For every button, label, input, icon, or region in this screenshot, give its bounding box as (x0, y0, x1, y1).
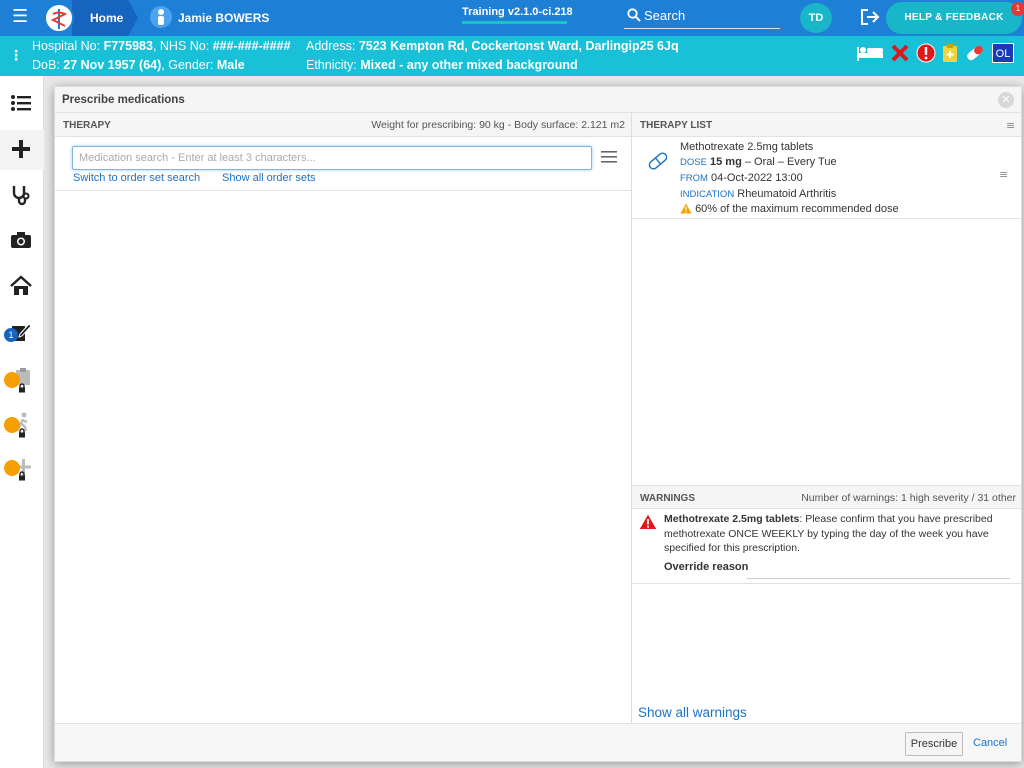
close-icon[interactable]: ✕ (998, 92, 1014, 108)
sidebar-item-add[interactable] (0, 130, 44, 170)
warnings-title: WARNINGS (640, 493, 695, 504)
list-icon (11, 95, 31, 111)
version-label: Training v2.1.0-ci.218 (462, 6, 573, 18)
more-options-icon[interactable]: ⋮ (9, 48, 23, 64)
lock-icon (4, 417, 25, 438)
sidebar-item-mobility-locked[interactable] (0, 403, 44, 443)
top-bar: ☰ Home Jamie BOWERS Training v2.1.0-ci.2… (0, 0, 1024, 36)
sidebar-item-discharge[interactable] (0, 267, 44, 307)
bed-icon[interactable] (856, 44, 884, 62)
lock-icon (4, 460, 25, 481)
therapy-panel-header: THERAPY Weight for prescribing: 90 kg - … (55, 113, 631, 137)
global-search[interactable]: Search (624, 5, 780, 29)
weight-info: Weight for prescribing: 90 kg - Body sur… (371, 119, 625, 131)
search-label: Search (644, 8, 686, 23)
logout-icon[interactable] (860, 8, 880, 26)
dose-line: DOSE 15 mg – Oral – Every Tue (680, 156, 837, 168)
prescribe-button[interactable]: Prescribe (905, 732, 963, 756)
override-reason-label: Override reason (664, 561, 749, 573)
notes-count-badge: 1 (4, 328, 18, 342)
therapy-divider (55, 190, 631, 191)
patient-icon (150, 6, 172, 28)
search-icon (627, 8, 641, 22)
alert-icon[interactable] (916, 43, 936, 63)
warning-icon (680, 203, 692, 214)
menu-icon[interactable]: ☰ (12, 7, 32, 27)
sidebar-item-clipboard-locked[interactable] (0, 358, 44, 398)
therapy-header: THERAPY (63, 120, 111, 131)
banner-address: Address: 7523 Kempton Rd, Cockertonst Wa… (306, 39, 679, 53)
banner-demographics: DoB: 27 Nov 1957 (64), Gender: Male (32, 58, 245, 72)
sidebar: 1 (0, 76, 44, 768)
banner-ids: Hospital No: F775983, NHS No: ###-###-##… (32, 39, 291, 53)
dialog-title: Prescribe medications (62, 94, 185, 106)
item-menu-icon[interactable]: ≡ (999, 168, 1008, 181)
no-resuscitation-icon[interactable] (890, 43, 910, 63)
home-label[interactable]: Home (90, 11, 123, 25)
show-all-warnings-link[interactable]: Show all warnings (638, 705, 747, 720)
medication-search-input[interactable] (72, 146, 592, 170)
dialog-footer: Prescribe Cancel (55, 723, 1021, 761)
banner-ethnicity: Ethnicity: Mixed - any other mixed backg… (306, 58, 578, 72)
sidebar-item-examination[interactable] (0, 176, 44, 216)
from-line: FROM 04-Oct-2022 13:00 (680, 172, 803, 184)
home-icon (10, 275, 32, 295)
allergy-icon[interactable] (942, 43, 958, 63)
banner-alert-icons: OL (856, 43, 1014, 63)
override-reason-input[interactable] (747, 578, 1010, 579)
therapy-list-divider (632, 218, 1021, 219)
lock-icon (4, 372, 25, 393)
warning-message: Methotrexate 2.5mg tablets: Please confi… (664, 513, 993, 554)
indication-line: INDICATION Rheumatoid Arthritis (680, 188, 837, 200)
app-logo (44, 3, 74, 33)
cancel-button[interactable]: Cancel (973, 737, 1007, 749)
help-feedback-button[interactable]: HELP & FEEDBACK (886, 2, 1022, 34)
switch-order-set-link[interactable]: Switch to order set search (73, 172, 200, 184)
pill-icon (648, 152, 668, 170)
help-notification-badge: 1 (1011, 2, 1024, 16)
warnings-divider (632, 583, 1021, 584)
user-avatar[interactable]: TD (800, 3, 832, 33)
medication-pill-icon[interactable] (964, 43, 986, 63)
show-order-sets-link[interactable]: Show all order sets (222, 172, 316, 184)
patient-banner: ⋮ Hospital No: F775983, NHS No: ###-###-… (0, 36, 1024, 76)
stethoscope-icon (12, 186, 30, 206)
therapy-list-header: THERAPY LIST ≡ (632, 113, 1021, 137)
high-severity-warning-icon (639, 514, 657, 529)
warnings-count: Number of warnings: 1 high severity / 31… (801, 492, 1016, 504)
sidebar-item-media[interactable] (0, 222, 44, 262)
sidebar-item-notes[interactable]: 1 (0, 313, 44, 353)
therapy-list-item[interactable]: Methotrexate 2.5mg tablets DOSE 15 mg – … (632, 138, 1022, 218)
warnings-header: WARNINGS Number of warnings: 1 high seve… (632, 485, 1021, 509)
therapy-list-menu-icon[interactable]: ≡ (1006, 119, 1015, 132)
version-underline (462, 21, 567, 24)
prescribe-medications-dialog: Prescribe medications ✕ THERAPY Weight f… (54, 86, 1022, 762)
ol-badge[interactable]: OL (992, 43, 1014, 63)
plus-icon (12, 140, 30, 158)
dose-warning-line: 60% of the maximum recommended dose (680, 203, 899, 215)
therapy-list-title: THERAPY LIST (640, 120, 713, 131)
sidebar-item-list[interactable] (0, 85, 44, 125)
drug-name: Methotrexate 2.5mg tablets (680, 141, 814, 153)
patient-name[interactable]: Jamie BOWERS (178, 11, 269, 25)
dialog-title-bar: Prescribe medications ✕ (55, 87, 1021, 113)
camera-icon (11, 232, 31, 248)
search-options-icon[interactable] (601, 151, 617, 163)
sidebar-item-add-locked[interactable] (0, 448, 44, 488)
